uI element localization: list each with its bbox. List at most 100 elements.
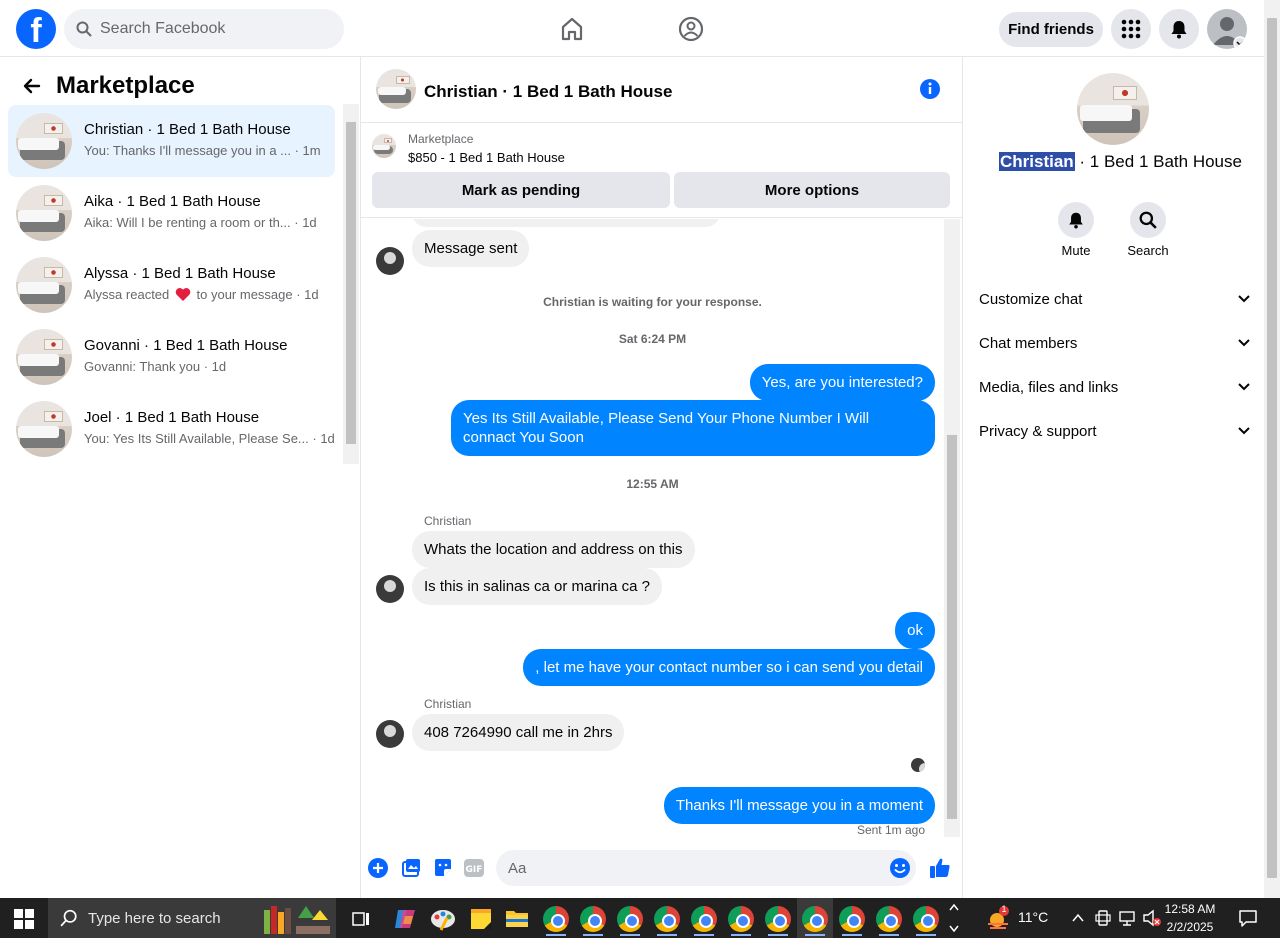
message-thread-scrollbar[interactable] (944, 219, 960, 837)
search-input[interactable] (100, 20, 320, 38)
chrome-icon[interactable] (802, 906, 828, 932)
active-app-indicator (620, 934, 640, 936)
chat-members-section[interactable]: Chat members (979, 331, 1251, 355)
home-icon[interactable] (553, 10, 591, 48)
section-label: Chat members (979, 334, 1078, 352)
conversation-item[interactable]: Joel · 1 Bed 1 Bath House You: Yes Its S… (8, 393, 335, 465)
chrome-icon[interactable] (580, 906, 606, 932)
conversation-item[interactable]: Aika · 1 Bed 1 Bath House Aika: Will I b… (8, 177, 335, 249)
active-app-indicator (842, 934, 862, 936)
message-input-box[interactable] (496, 850, 916, 886)
customize-chat-section[interactable]: Customize chat (979, 287, 1251, 311)
chat-details-title-rest: · 1 Bed 1 Bath House (1074, 152, 1242, 171)
search-highlight-books-icon[interactable] (258, 900, 334, 936)
page-scrollbar[interactable] (1264, 0, 1280, 898)
chrome-icon[interactable] (543, 906, 569, 932)
search-label: Search (1127, 243, 1169, 258)
selected-name-text[interactable]: Christian (999, 152, 1075, 171)
sticky-notes-icon[interactable] (470, 906, 492, 932)
chrome-icon[interactable] (654, 906, 680, 932)
message-bubble-outgoing: Yes, are you interested? (749, 364, 935, 401)
copilot-icon[interactable] (392, 906, 418, 932)
mark-as-pending-button[interactable]: Mark as pending (372, 172, 670, 208)
facebook-logo-icon[interactable]: f (16, 9, 56, 49)
facebook-search-box[interactable] (64, 9, 344, 49)
photo-icon[interactable] (400, 857, 422, 879)
listing-thumbnail (16, 257, 72, 313)
gif-icon[interactable]: GIF (463, 858, 485, 878)
conversation-name: Alyssa · 1 Bed 1 Bath House (84, 265, 276, 282)
taskbar-clock[interactable]: 12:58 AM 2/2/2025 (1160, 900, 1220, 936)
add-plus-icon[interactable] (367, 857, 389, 879)
chrome-icon[interactable] (913, 906, 939, 932)
christian-avatar (376, 720, 404, 748)
chat-profile-image (1077, 73, 1149, 145)
chat-details-title: Christian · 1 Bed 1 Bath House (999, 152, 1242, 172)
chrome-icon[interactable] (876, 906, 902, 932)
taskbar-search-placeholder: Type here to search (88, 909, 221, 927)
menu-grid-icon[interactable] (1111, 9, 1151, 49)
conversation-name: Christian · 1 Bed 1 Bath House (84, 121, 291, 138)
windows-start-icon[interactable] (14, 909, 34, 929)
sticker-icon[interactable] (432, 857, 454, 879)
section-label: Media, files and links (979, 378, 1119, 396)
file-explorer-icon[interactable] (505, 907, 529, 929)
listing-price-title[interactable]: $850 - 1 Bed 1 Bath House (408, 150, 565, 165)
listing-thumbnail (16, 113, 72, 169)
chrome-icon[interactable] (839, 906, 865, 932)
preview-text: Alyssa reacted (84, 287, 170, 302)
chrome-icon[interactable] (765, 906, 791, 932)
active-app-indicator (657, 934, 677, 936)
emoji-icon[interactable] (889, 857, 911, 879)
like-thumbs-up-icon[interactable] (928, 856, 952, 880)
chrome-icon[interactable] (691, 906, 717, 932)
temperature[interactable]: 11°C (1018, 909, 1048, 925)
find-friends-button[interactable]: Find friends (999, 12, 1103, 47)
message-bubble-outgoing: , let me have your contact number so i c… (523, 649, 935, 686)
groups-icon[interactable] (672, 10, 710, 48)
conversation-name: Govanni · 1 Bed 1 Bath House (84, 337, 288, 354)
paint-icon[interactable] (429, 906, 457, 932)
message-bubble-incoming: Is this in salinas ca or marina ca ? (412, 568, 662, 605)
conversation-preview: You: Thanks I'll message you in a ... · … (84, 143, 321, 158)
conversation-item[interactable]: Alyssa · 1 Bed 1 Bath House Alyssa react… (8, 249, 335, 321)
conversation-list-scrollbar[interactable] (343, 104, 359, 464)
back-arrow-icon[interactable] (22, 76, 42, 96)
chat-title[interactable]: Christian · 1 Bed 1 Bath House (424, 82, 672, 102)
message-bubble-incoming-partial (412, 219, 720, 227)
message-input[interactable] (508, 859, 868, 877)
chevron-up-icon[interactable] (1070, 910, 1086, 926)
mute-button[interactable] (1058, 202, 1094, 238)
search-icon (60, 909, 78, 927)
more-options-button[interactable]: More options (674, 172, 950, 208)
chrome-icon[interactable] (617, 906, 643, 932)
taskbar-scroll-arrows[interactable] (946, 900, 962, 936)
device-icon[interactable] (1095, 909, 1111, 927)
message-bubble-incoming: Message sent (412, 230, 530, 267)
message-bubble-outgoing: Thanks I'll message you in a moment (663, 787, 935, 824)
conversation-item[interactable]: Govanni · 1 Bed 1 Bath House Govanni: Th… (8, 321, 335, 393)
active-app-indicator (583, 934, 603, 936)
info-icon[interactable] (919, 78, 941, 100)
listing-thumbnail (16, 185, 72, 241)
clock-time: 12:58 AM (1164, 902, 1216, 916)
chat-thumbnail (376, 69, 416, 109)
account-avatar[interactable] (1207, 9, 1247, 49)
chrome-icon[interactable] (728, 906, 754, 932)
message-thread[interactable]: Message sent Christian is waiting for yo… (361, 219, 944, 845)
notifications-bell-icon[interactable] (1159, 9, 1199, 49)
volume-muted-icon[interactable] (1142, 909, 1162, 927)
listing-thumbnail (16, 401, 72, 457)
read-receipt-avatar (911, 758, 925, 772)
clock-date: 2/2/2025 (1166, 920, 1214, 934)
message-bubble-incoming: Whats the location and address on this (412, 531, 695, 568)
conversation-item[interactable]: Christian · 1 Bed 1 Bath House You: Than… (8, 105, 335, 177)
search-in-chat-button[interactable] (1130, 202, 1166, 238)
conversation-preview: You: Yes Its Still Available, Please Se.… (84, 431, 335, 446)
network-icon[interactable] (1118, 909, 1136, 927)
task-view-icon[interactable] (351, 909, 371, 929)
privacy-support-section[interactable]: Privacy & support (979, 419, 1251, 443)
media-files-links-section[interactable]: Media, files and links (979, 375, 1251, 399)
notifications-center-icon[interactable] (1238, 908, 1258, 928)
christian-avatar (376, 575, 404, 603)
